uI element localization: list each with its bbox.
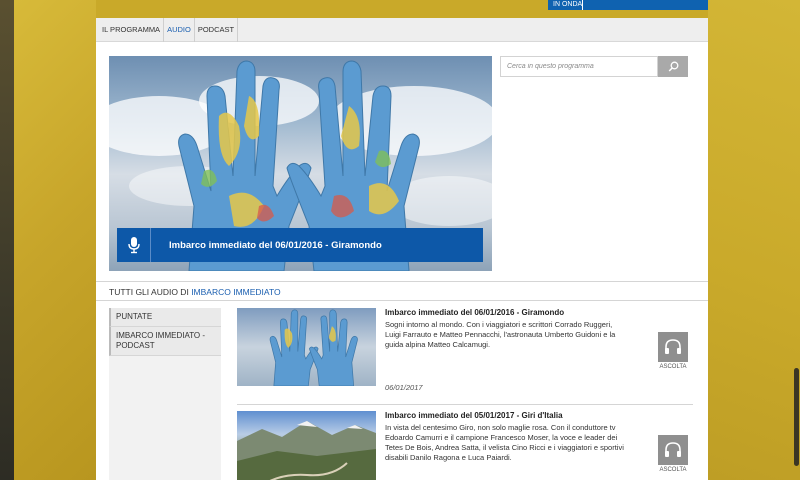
section-title-program-link[interactable]: IMBARCO IMMEDIATO (191, 287, 280, 297)
episode-item: Imbarco immediato del 05/01/2017 - Giri … (237, 411, 693, 480)
program-subnav: IL PROGRAMMA AUDIO PODCAST (96, 17, 708, 42)
listen-label: ASCOLTA (659, 467, 687, 473)
episode-thumbnail[interactable] (237, 308, 376, 386)
episode-title[interactable]: Imbarco immediato del 05/01/2017 - Giri … (385, 411, 563, 420)
background-right (708, 0, 800, 480)
background-left (0, 0, 96, 480)
section-title-prefix: TUTTI GLI AUDIO DI (109, 287, 189, 297)
tab-audio[interactable]: AUDIO (164, 17, 195, 42)
headphones-icon (658, 332, 688, 362)
listen-button[interactable]: ASCOLTA (657, 435, 689, 475)
on-air-separator (582, 0, 583, 10)
episode-separator (237, 404, 693, 405)
section-divider (96, 281, 708, 282)
search-icon (668, 61, 678, 72)
listen-label: ASCOLTA (659, 364, 687, 370)
tab-podcast[interactable]: PODCAST (195, 17, 239, 42)
episode-item: Imbarco immediato del 06/01/2016 - Giram… (237, 308, 693, 398)
main-content: IL PROGRAMMA AUDIO PODCAST Imbarco immed… (96, 17, 708, 480)
section-divider (96, 300, 708, 301)
hero-caption[interactable]: Imbarco immediato del 06/01/2016 - Giram… (117, 228, 483, 262)
episode-description: In vista del centesimo Giro, non solo ma… (385, 423, 624, 462)
headphones-icon (658, 435, 688, 465)
microphone-icon (117, 228, 151, 262)
scrollbar-thumb[interactable] (794, 368, 799, 466)
search-input[interactable] (500, 56, 658, 77)
search-button[interactable] (658, 56, 688, 77)
tab-il-programma[interactable]: IL PROGRAMMA (99, 17, 165, 42)
hero-banner[interactable]: Imbarco immediato del 06/01/2016 - Giram… (109, 56, 492, 271)
painted-hands-thumbnail (269, 309, 358, 386)
episode-description: Sogni intorno al mondo. Con i viaggiator… (385, 320, 616, 349)
hero-title[interactable]: Imbarco immediato del 06/01/2016 - Giram… (151, 240, 382, 251)
mountain-road-thumbnail (237, 421, 376, 480)
section-title: TUTTI GLI AUDIO DI IMBARCO IMMEDIATO (109, 287, 281, 297)
episode-title[interactable]: Imbarco immediato del 06/01/2016 - Giram… (385, 308, 564, 317)
listen-button[interactable]: ASCOLTA (657, 332, 689, 372)
background-strip (0, 0, 14, 480)
side-menu-item-puntate[interactable]: PUNTATE (109, 308, 221, 327)
on-air-label[interactable]: IN ONDA (553, 1, 582, 8)
on-air-bar[interactable]: IN ONDA (548, 0, 708, 10)
top-bar: IN ONDA (96, 0, 708, 18)
side-menu: PUNTATE IMBARCO IMMEDIATO - PODCAST (109, 308, 221, 480)
program-search (500, 56, 688, 77)
episode-thumbnail[interactable] (237, 411, 376, 480)
side-menu-item-podcast[interactable]: IMBARCO IMMEDIATO - PODCAST (109, 327, 221, 356)
episode-date: 06/01/2017 (385, 383, 423, 392)
